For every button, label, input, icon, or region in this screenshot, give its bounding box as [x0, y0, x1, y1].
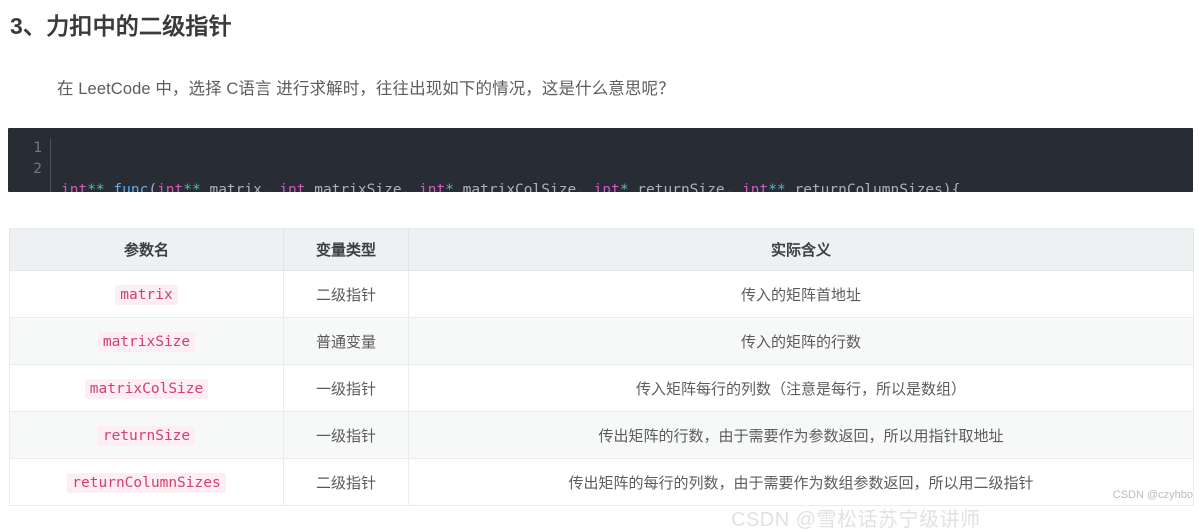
code-token: int	[742, 182, 769, 192]
code-token: matrix,	[200, 182, 280, 192]
code-token: matrixSize,	[305, 182, 420, 192]
code-token: matrixColSize,	[453, 182, 594, 192]
intro-paragraph: 在 LeetCode 中，选择 C语言 进行求解时，往往出现如下的情况，这是什么…	[57, 80, 675, 98]
cell-param-name: matrixColSize	[9, 364, 284, 412]
cell-meaning: 传入的矩阵首地址	[408, 270, 1194, 318]
cell-variable-type: 二级指针	[283, 458, 409, 506]
cell-variable-type: 二级指针	[283, 270, 409, 318]
table-row: returnSize 一级指针 传出矩阵的行数，由于需要作为参数返回，所以用指针取地…	[9, 411, 1194, 459]
cell-param-name: matrix	[9, 270, 284, 318]
page-title: 3、力扣中的二级指针	[10, 13, 232, 39]
inline-code: returnColumnSizes	[67, 472, 226, 493]
cell-param-name: returnColumnSizes	[9, 458, 284, 506]
table-row: matrixSize 普通变量 传入的矩阵的行数	[9, 317, 1194, 365]
code-token: int	[61, 182, 88, 192]
table-body: matrix 二级指针 传入的矩阵首地址 matrixSize 普通变量 传入的矩阵的行数…	[9, 270, 1194, 506]
cell-param-name: returnSize	[9, 411, 284, 459]
code-token: *	[619, 182, 629, 192]
cell-meaning: 传入的矩阵的行数	[408, 317, 1194, 365]
code-token: returnColumnSizes){	[785, 182, 961, 192]
meaning-text: 传入的矩阵首地址	[740, 286, 861, 304]
parameter-table: 参数名 变量类型 实际含义 matrix 二级指针 传入的矩阵首地址 matrixSi…	[9, 228, 1194, 506]
table-header-row: 参数名 变量类型 实际含义	[9, 228, 1194, 271]
inline-code: matrix	[115, 284, 178, 305]
meaning-text: 传入矩阵每行的列数（注意是每行，所以是数组）	[635, 380, 966, 398]
meaning-text: 传入的矩阵的行数	[740, 333, 861, 351]
code-content[interactable]: int** func(int** matrix, int matrixSize,…	[51, 138, 960, 192]
column-header-param: 参数名	[9, 228, 284, 271]
code-token: returnSize,	[628, 182, 743, 192]
code-token: **	[183, 182, 201, 192]
meaning-text: 传出矩阵的每行的列数，由于需要作为数组参数返回，所以用二级指针	[568, 474, 1034, 492]
code-block: 1 2 int** func(int** matrix, int matrixS…	[8, 128, 1193, 192]
table-row: matrixColSize 一级指针 传入矩阵每行的列数（注意是每行，所以是数组）	[9, 364, 1194, 412]
table-row: returnColumnSizes 二级指针 传出矩阵的每行的列数，由于需要作为数组…	[9, 458, 1194, 506]
line-number: 1	[33, 140, 42, 156]
code-line-1: int** func(int** matrix, int matrixSize,…	[61, 180, 960, 192]
code-token: **	[768, 182, 786, 192]
meaning-text: 传出矩阵的行数，由于需要作为参数返回，所以用指针取地址	[598, 427, 1004, 445]
code-token: **	[87, 182, 105, 192]
code-token: (	[148, 182, 158, 192]
code-token: int	[593, 182, 620, 192]
code-line-numbers: 1 2	[8, 138, 50, 192]
cell-meaning: 传入矩阵每行的列数（注意是每行，所以是数组）	[408, 364, 1194, 412]
table-row: matrix 二级指针 传入的矩阵首地址	[9, 270, 1194, 318]
inline-code: returnSize	[97, 425, 196, 446]
inline-code: matrixColSize	[84, 378, 209, 399]
cell-variable-type: 一级指针	[283, 364, 409, 412]
cell-meaning: 传出矩阵的行数，由于需要作为参数返回，所以用指针取地址	[408, 411, 1194, 459]
cell-variable-type: 一级指针	[283, 411, 409, 459]
column-header-type: 变量类型	[283, 228, 409, 271]
code-token: int	[419, 182, 446, 192]
line-number: 2	[33, 161, 42, 177]
inline-code: matrixSize	[97, 331, 196, 352]
code-token: int	[157, 182, 184, 192]
column-header-meaning: 实际含义	[408, 228, 1194, 271]
cell-variable-type: 普通变量	[283, 317, 409, 365]
code-token: int	[279, 182, 306, 192]
code-token: *	[445, 182, 454, 192]
cell-meaning: 传出矩阵的每行的列数，由于需要作为数组参数返回，所以用二级指针	[408, 458, 1194, 506]
cell-param-name: matrixSize	[9, 317, 284, 365]
code-token: func	[113, 182, 149, 192]
